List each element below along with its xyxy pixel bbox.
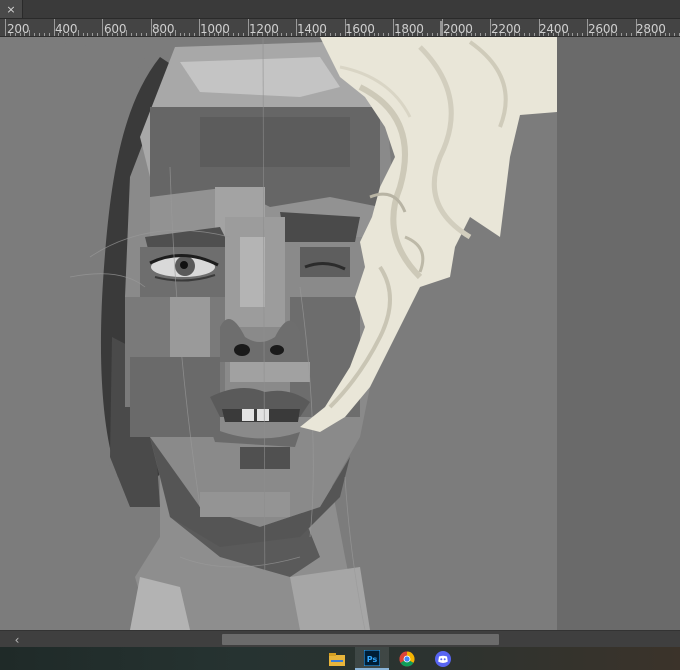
document-canvas[interactable] xyxy=(0,37,557,630)
ruler-label: 600 xyxy=(104,22,127,36)
photoshop-icon-label: Ps xyxy=(367,655,378,664)
ruler-label: 1000 xyxy=(200,22,230,36)
scroll-left-icon[interactable]: ‹ xyxy=(10,631,24,648)
horizontal-scrollbar[interactable]: ‹ xyxy=(0,630,680,648)
ruler-label: 2600 xyxy=(588,22,618,36)
ruler-label: 2200 xyxy=(491,22,521,36)
ruler-label: 1600 xyxy=(345,22,375,36)
ruler-label: 2000 xyxy=(443,22,473,36)
horizontal-ruler: 200 400 600 800 1000 1200 1400 1600 1800… xyxy=(0,19,680,37)
ruler-label: 800 xyxy=(152,22,175,36)
file-explorer-icon xyxy=(329,652,345,666)
taskbar-file-explorer[interactable] xyxy=(320,647,354,670)
ruler-label: 2800 xyxy=(636,22,666,36)
discord-icon xyxy=(435,650,451,667)
taskbar-chrome[interactable] xyxy=(390,647,424,670)
chrome-icon xyxy=(399,651,415,667)
ruler-label: 1800 xyxy=(394,22,424,36)
photoshop-icon: Ps xyxy=(364,649,380,666)
portrait-painting xyxy=(0,37,557,630)
ruler-label: 2400 xyxy=(539,22,569,36)
ruler-label: 400 xyxy=(55,22,78,36)
taskbar-photoshop[interactable]: Ps xyxy=(355,647,389,670)
windows-taskbar: Ps xyxy=(0,647,680,670)
document-tab-bar: × xyxy=(0,0,680,19)
ruler-label: 200 xyxy=(7,22,30,36)
scrollbar-thumb[interactable] xyxy=(222,634,499,645)
ruler-label: 1200 xyxy=(249,22,279,36)
ruler-label: 1400 xyxy=(297,22,327,36)
ruler-ticks xyxy=(5,19,680,36)
close-tab-icon[interactable]: × xyxy=(0,0,23,18)
taskbar-discord[interactable] xyxy=(426,647,460,670)
